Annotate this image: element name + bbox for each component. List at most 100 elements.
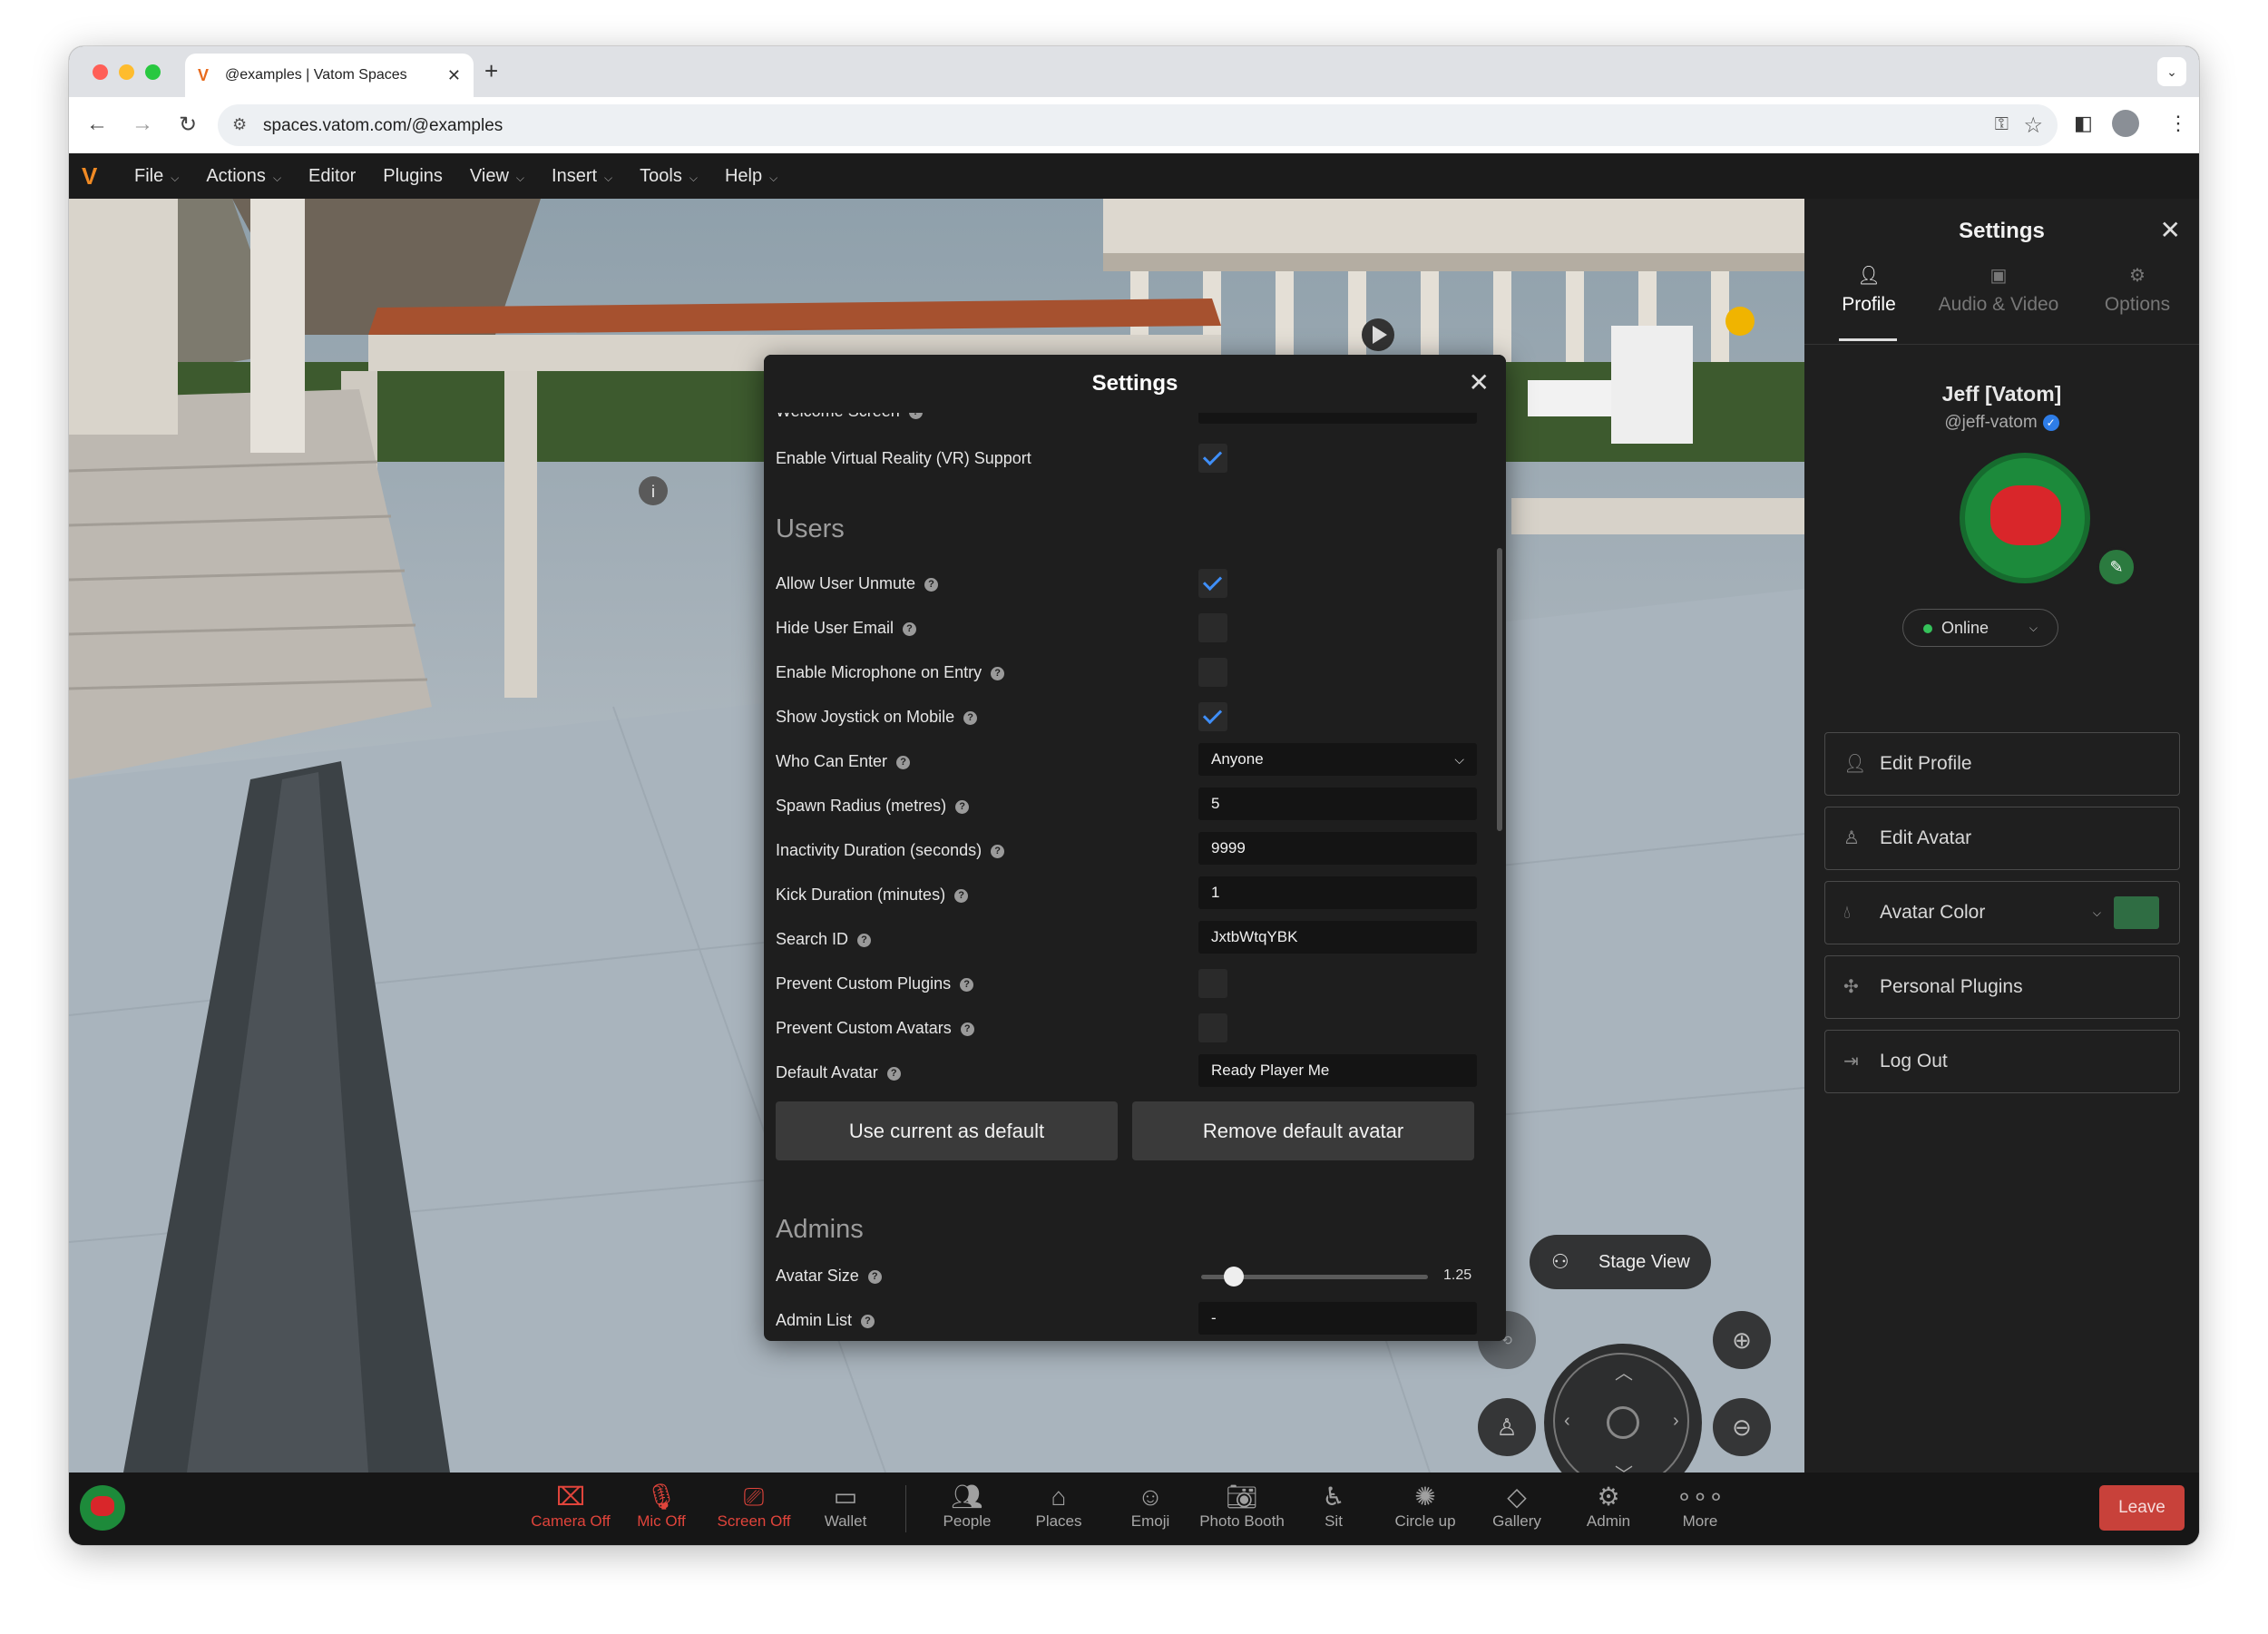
tab-options[interactable]: ⚙ Options: [2097, 264, 2178, 316]
help-icon[interactable]: ?: [896, 755, 911, 769]
personal-plugins-button[interactable]: ✣ Personal Plugins: [1824, 955, 2180, 1019]
help-icon[interactable]: ?: [903, 621, 917, 636]
avatar-color-swatch[interactable]: [2114, 896, 2159, 929]
close-window-button[interactable]: [93, 64, 108, 80]
hide-user-email-checkbox[interactable]: [1198, 613, 1227, 642]
joystick-down-icon[interactable]: ﹀: [1615, 1460, 1633, 1473]
menu-file[interactable]: File ⌵: [134, 166, 179, 187]
more-icon: ∘∘∘: [1676, 1482, 1725, 1511]
kick-duration-input[interactable]: 1: [1198, 876, 1477, 909]
back-arrow-icon[interactable]: ←: [83, 112, 111, 137]
menu-view[interactable]: View ⌵: [470, 166, 524, 187]
help-icon[interactable]: ?: [954, 888, 969, 903]
status-dropdown[interactable]: Online ⌵: [1902, 609, 2058, 647]
browser-menu-icon[interactable]: ⋮: [2168, 112, 2188, 135]
menu-help[interactable]: Help ⌵: [725, 166, 777, 187]
my-avatar-button[interactable]: [80, 1485, 125, 1531]
new-tab-icon[interactable]: +: [484, 57, 498, 85]
remove-default-avatar-button[interactable]: Remove default avatar: [1132, 1101, 1474, 1160]
forward-arrow-icon[interactable]: →: [129, 112, 156, 137]
show-joystick-mobile-checkbox[interactable]: [1198, 702, 1227, 731]
vatom-logo-icon[interactable]: V: [82, 162, 97, 191]
wallet-button[interactable]: ▭ Wallet: [802, 1482, 889, 1531]
minimize-window-button[interactable]: [119, 64, 134, 80]
address-bar[interactable]: ⚙ spaces.vatom.com/@examples ⚿ ☆: [218, 104, 2058, 146]
edit-avatar-button[interactable]: ♙ Edit Avatar: [1824, 807, 2180, 870]
help-icon[interactable]: ?: [861, 1314, 875, 1328]
zoom-out-icon[interactable]: ⊖: [1713, 1398, 1771, 1456]
help-icon[interactable]: ?: [857, 933, 872, 947]
joystick-left-icon[interactable]: ‹: [1564, 1411, 1570, 1432]
menu-insert[interactable]: Insert ⌵: [552, 166, 612, 187]
search-id-input[interactable]: JxtbWtqYBK: [1198, 921, 1477, 954]
more-button[interactable]: ∘∘∘ More: [1657, 1482, 1744, 1531]
inactivity-duration-input[interactable]: 9999: [1198, 832, 1477, 865]
use-current-as-default-button[interactable]: Use current as default: [776, 1101, 1118, 1160]
default-avatar-label: Default Avatar?: [776, 1063, 901, 1082]
bookmark-star-icon[interactable]: ☆: [2023, 113, 2043, 139]
maximize-window-button[interactable]: [145, 64, 161, 80]
side-panel-icon[interactable]: ◧: [2074, 112, 2093, 135]
enable-mic-on-entry-checkbox[interactable]: [1198, 658, 1227, 687]
zoom-in-icon[interactable]: ⊕: [1713, 1311, 1771, 1369]
screen-share-button[interactable]: ⎚ Screen Off: [710, 1482, 797, 1531]
help-icon[interactable]: ?: [886, 1066, 901, 1081]
modal-scrollbar[interactable]: [1497, 548, 1502, 831]
emoji-button[interactable]: ☺ Emoji: [1107, 1482, 1194, 1531]
leave-button[interactable]: Leave: [2099, 1485, 2185, 1531]
camera-toggle-button[interactable]: ⌧ Camera Off: [527, 1482, 614, 1531]
close-icon[interactable]: ✕: [1469, 367, 1490, 397]
circle-up-button[interactable]: ✺ Circle up: [1382, 1482, 1469, 1531]
reload-icon[interactable]: ↻: [174, 112, 201, 138]
help-icon[interactable]: ?: [955, 799, 970, 814]
help-icon[interactable]: ?: [960, 977, 974, 992]
menu-tools[interactable]: Tools ⌵: [640, 166, 698, 187]
password-key-icon[interactable]: ⚿: [1995, 114, 2009, 135]
mic-toggle-button[interactable]: 🎙︎ Mic Off: [618, 1482, 705, 1531]
people-button[interactable]: 👥︎ People: [924, 1482, 1011, 1531]
joystick-right-icon[interactable]: ›: [1673, 1411, 1679, 1432]
joystick-knob[interactable]: [1607, 1406, 1639, 1439]
photo-booth-button[interactable]: 📷︎ Photo Booth: [1198, 1482, 1286, 1531]
help-icon[interactable]: ?: [991, 844, 1005, 858]
prevent-custom-plugins-checkbox[interactable]: [1198, 969, 1227, 998]
avatar-size-slider-knob[interactable]: [1224, 1267, 1244, 1287]
help-icon[interactable]: ?: [963, 710, 978, 725]
prevent-custom-avatars-checkbox[interactable]: [1198, 1013, 1227, 1042]
profile-avatar-icon[interactable]: [2112, 110, 2139, 137]
help-icon[interactable]: ?: [991, 666, 1005, 680]
help-icon[interactable]: ?: [960, 1022, 974, 1036]
gallery-button[interactable]: ◇ Gallery: [1473, 1482, 1560, 1531]
places-button[interactable]: ⌂ Places: [1015, 1482, 1102, 1531]
url-text[interactable]: spaces.vatom.com/@examples: [263, 116, 503, 136]
edit-profile-button[interactable]: 👤︎ Edit Profile: [1824, 732, 2180, 796]
avatar-pose-icon[interactable]: ♙: [1478, 1398, 1536, 1456]
menu-actions[interactable]: Actions ⌵: [206, 166, 281, 187]
help-icon[interactable]: ?: [924, 577, 939, 592]
admin-button[interactable]: ⚙ Admin: [1565, 1482, 1652, 1531]
menu-editor[interactable]: Editor: [308, 166, 356, 187]
admin-list-input[interactable]: -: [1198, 1302, 1477, 1335]
default-avatar-input[interactable]: Ready Player Me: [1198, 1054, 1477, 1087]
allow-user-unmute-checkbox[interactable]: [1198, 569, 1227, 598]
tab-profile[interactable]: 👤︎ Profile: [1837, 264, 1901, 316]
sit-button[interactable]: ♿︎ Sit: [1290, 1482, 1377, 1531]
help-icon[interactable]: ?: [867, 1269, 882, 1284]
site-settings-icon[interactable]: ⚙: [232, 115, 247, 134]
tab-audio-video[interactable]: ▣ Audio & Video: [1931, 264, 2066, 316]
tab-close-icon[interactable]: ✕: [447, 66, 461, 85]
close-icon[interactable]: ✕: [2160, 215, 2181, 245]
stage-view-button[interactable]: ⚇ Stage View: [1530, 1235, 1711, 1289]
vr-support-checkbox[interactable]: [1198, 444, 1227, 473]
prevent-custom-plugins-label: Prevent Custom Plugins?: [776, 974, 974, 993]
menu-plugins[interactable]: Plugins: [383, 166, 443, 187]
tab-search-icon[interactable]: ⌄: [2157, 57, 2186, 86]
who-can-enter-select[interactable]: Anyone ⌵: [1198, 743, 1477, 776]
browser-tab[interactable]: V @examples | Vatom Spaces ✕: [185, 54, 474, 97]
edit-avatar-pencil-icon[interactable]: ✎: [2097, 547, 2136, 587]
tab-strip: V @examples | Vatom Spaces ✕ + ⌄: [69, 46, 2199, 97]
log-out-button[interactable]: ⇥ Log Out: [1824, 1030, 2180, 1093]
spawn-radius-input[interactable]: 5: [1198, 788, 1477, 820]
joystick-up-icon[interactable]: ︿: [1615, 1358, 1633, 1384]
avatar-color-button[interactable]: 💧︎ Avatar Color ⌵: [1824, 881, 2180, 944]
